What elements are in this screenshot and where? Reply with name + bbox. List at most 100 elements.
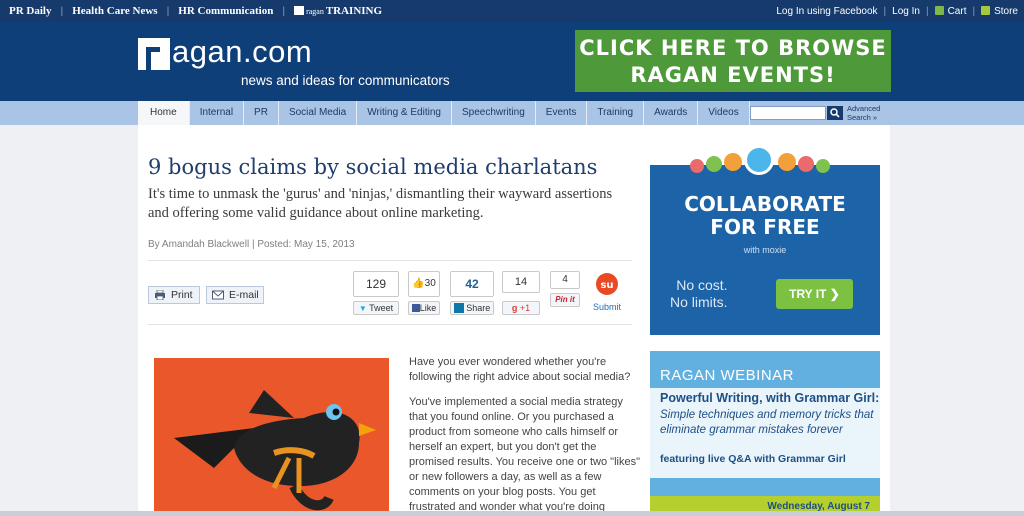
avatar-dot-icon <box>816 159 830 173</box>
gplus-label: +1 <box>519 303 531 313</box>
like-count: 30 <box>424 278 436 289</box>
webinar-kicker: RAGAN WEBINAR <box>660 367 795 384</box>
page-bottom-edge <box>0 511 1024 516</box>
facebook-login-link[interactable]: Log In using Facebook <box>770 6 883 17</box>
linkedin-label: Share <box>466 303 491 313</box>
store-label: Store <box>994 5 1018 17</box>
email-button[interactable]: E-mail <box>206 286 264 304</box>
top-utility-bar: PR Daily | Health Care News | HR Communi… <box>0 0 1024 22</box>
avatar-dot-icon <box>724 153 742 171</box>
collab-nocost: No cost. No limits. <box>670 277 728 311</box>
tab-speechwriting[interactable]: Speechwriting <box>450 101 535 125</box>
login-link[interactable]: Log In <box>886 6 926 17</box>
webinar-title: Powerful Writing, with Grammar Girl: <box>660 391 880 405</box>
thumbs-up-icon: 👍 <box>412 278 425 289</box>
gplus-count: 14 <box>502 271 540 293</box>
tab-videos[interactable]: Videos <box>697 101 750 125</box>
avatar-dot-icon <box>778 153 796 171</box>
gplus-button[interactable]: g +1 <box>502 301 540 315</box>
linkedin-count: 42 <box>450 271 494 297</box>
browse-events-banner[interactable]: CLICK HERE TO BROWSE RAGAN EVENTS! <box>575 30 891 92</box>
article-paragraph: You've implemented a social media strate… <box>409 396 640 513</box>
tab-social-media[interactable]: Social Media <box>277 101 356 125</box>
stumbleupon-submit[interactable]: Submit <box>588 301 626 315</box>
main-content: 9 bogus claims by social media charlatan… <box>138 125 890 516</box>
like-count-box: 👍30 <box>408 271 440 297</box>
search-button[interactable] <box>827 106 843 120</box>
hr-communication-link[interactable]: HR Communication <box>169 5 282 17</box>
like-button[interactable]: Like <box>408 301 440 315</box>
printer-icon <box>155 290 165 300</box>
tab-training[interactable]: Training <box>586 101 643 125</box>
print-label: Print <box>171 289 193 301</box>
stumbleupon-icon-box: su <box>588 271 626 299</box>
prdaily-link[interactable]: PR Daily <box>0 5 60 17</box>
tab-home[interactable]: Home <box>138 101 189 125</box>
svg-text:su: su <box>600 280 613 291</box>
store-link[interactable]: Store <box>975 5 1024 17</box>
nocost-line1: No cost. <box>676 277 728 293</box>
divider <box>148 260 632 261</box>
envelope-icon <box>212 290 224 300</box>
healthcare-news-link[interactable]: Health Care News <box>63 5 166 17</box>
search-input[interactable] <box>750 106 826 120</box>
events-banner-line2: RAGAN EVENTS! <box>630 63 836 87</box>
advanced-search-line1: Advanced <box>847 104 881 113</box>
tweet-label: Tweet <box>369 303 394 313</box>
ragan-training-label: TRAINING <box>325 5 383 17</box>
events-banner-line1: CLICK HERE TO BROWSE <box>579 36 887 60</box>
article-image <box>154 358 389 516</box>
ragan-r-logo-icon <box>138 38 170 70</box>
cart-icon <box>934 5 944 15</box>
tweet-button[interactable]: ▼ Tweet <box>353 301 399 315</box>
nocost-line2: No limits. <box>670 294 728 310</box>
article-paragraph: Have you ever wondered whether you're fo… <box>409 356 631 383</box>
ninja-bird-illustration-icon <box>174 390 376 511</box>
tab-internal[interactable]: Internal <box>188 101 243 125</box>
ragan-mini-logo-icon <box>294 6 305 15</box>
avatar-dot-icon <box>690 159 704 173</box>
store-icon <box>981 5 991 15</box>
site-header: agan.com news and ideas for communicator… <box>0 22 1024 102</box>
collab-headline-line2: FOR FREE <box>710 215 820 239</box>
advanced-search-line2: Search » <box>847 113 878 122</box>
cart-link[interactable]: Cart <box>929 5 973 17</box>
facebook-icon <box>411 304 420 312</box>
try-it-button[interactable]: TRY IT ❯ <box>776 279 853 309</box>
article-body: Have you ever wondered whether you're fo… <box>409 355 641 516</box>
collab-headline-line1: COLLABORATE <box>684 192 846 216</box>
collab-with-moxie: with moxie <box>743 245 787 255</box>
webinar-description: Simple techniques and memory tricks that… <box>660 409 874 436</box>
logo-tagline: news and ideas for communicators <box>241 73 450 88</box>
article-title: 9 bogus claims by social media charlatan… <box>148 155 598 179</box>
webinar-featuring: featuring live Q&A with Grammar Girl <box>660 453 846 465</box>
email-label: E-mail <box>229 289 259 301</box>
collab-headline: COLLABORATE FOR FREE <box>650 193 880 239</box>
webinar-ad[interactable]: RAGAN WEBINAR Powerful Writing, with Gra… <box>650 351 880 516</box>
tab-awards[interactable]: Awards <box>643 101 697 125</box>
tab-pr[interactable]: PR <box>243 101 278 125</box>
twitter-bird-icon: ▼ <box>358 304 367 313</box>
tab-events[interactable]: Events <box>534 101 587 125</box>
avatar-dot-icon <box>744 145 774 175</box>
divider <box>148 324 632 325</box>
gplus-icon: g <box>511 303 518 313</box>
tab-writing-editing[interactable]: Writing & Editing <box>356 101 451 125</box>
stumbleupon-icon: su <box>596 273 618 295</box>
ragan-training-link[interactable]: ragan TRAINING <box>285 5 391 17</box>
linkedin-share-button[interactable]: Share <box>450 301 494 315</box>
tweet-count: 129 <box>353 271 399 297</box>
article-subtitle: It's time to unmask the 'gurus' and 'nin… <box>148 186 613 221</box>
ragan-training-brand: ragan <box>306 7 324 16</box>
main-navigation: Home Internal PR Social Media Writing & … <box>0 101 1024 125</box>
like-label: Like <box>419 303 437 313</box>
logo-text: agan.com <box>172 34 313 69</box>
collaborate-ad[interactable]: COLLABORATE FOR FREE with moxie No cost.… <box>650 145 880 335</box>
print-button[interactable]: Print <box>148 286 200 304</box>
avatar-dot-icon <box>706 156 722 172</box>
pinit-button[interactable]: Pin it <box>550 293 580 307</box>
cart-label: Cart <box>947 5 967 17</box>
advanced-search-link[interactable]: Advanced Search » <box>847 104 880 122</box>
article-byline: By Amandah Blackwell | Posted: May 15, 2… <box>148 239 355 250</box>
pinit-count: 4 <box>550 271 580 289</box>
